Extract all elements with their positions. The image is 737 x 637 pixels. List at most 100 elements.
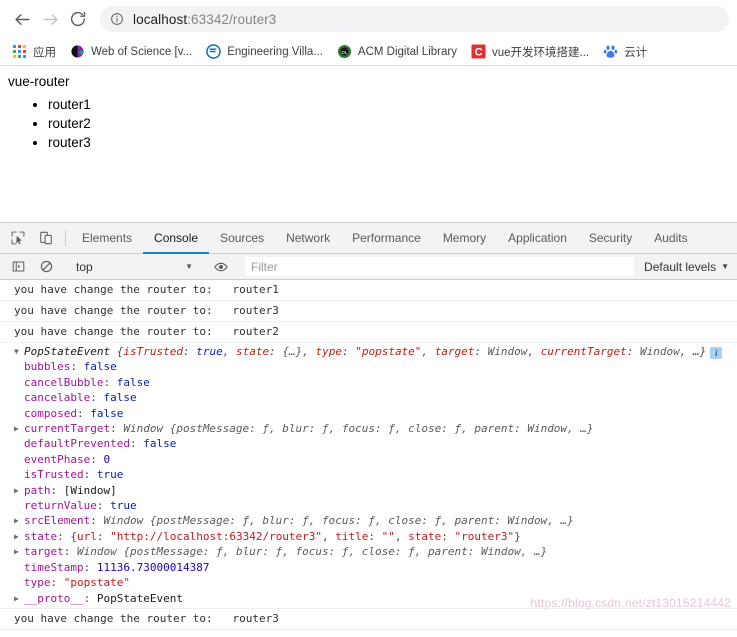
property-key: srcElement	[24, 514, 91, 528]
info-badge-icon[interactable]: i	[710, 347, 723, 359]
console-toolbar: top ▼ Default levels ▼	[0, 254, 737, 280]
object-property-row: type: "popstate"	[24, 576, 130, 590]
bookmark-item-vue-env[interactable]: C vue开发环境搭建...	[465, 41, 595, 63]
bookmark-item-cloud[interactable]: 云计	[597, 41, 653, 63]
console-output[interactable]: you have change the router to: router1 y…	[0, 280, 737, 632]
tab-application[interactable]: Application	[497, 223, 578, 254]
tab-elements[interactable]: Elements	[71, 223, 143, 254]
property-key: bubbles	[24, 360, 71, 374]
object-property-row[interactable]: ▶ path: [Window]	[0, 483, 737, 498]
chevron-down-icon: ▼	[185, 262, 193, 271]
object-property-row[interactable]: ▶ srcElement: Window {postMessage: ƒ, blu…	[0, 513, 737, 528]
list-item[interactable]: router3	[48, 133, 729, 152]
expand-arrow-icon[interactable]: ▶	[14, 544, 24, 559]
execution-context-select[interactable]: top ▼	[71, 257, 197, 276]
expand-arrow-icon[interactable]: ▶	[14, 529, 24, 544]
apps-grid-icon	[12, 44, 27, 59]
object-header-row[interactable]: ▼ PopStateEvent {isTrusted: true, state: …	[0, 344, 737, 359]
tab-label: Console	[154, 230, 199, 245]
expand-arrow-icon[interactable]: ▼	[14, 344, 24, 359]
tab-audits[interactable]: Audits	[643, 223, 698, 254]
state-url-key: url	[77, 529, 97, 543]
property-key: cancelBubble	[24, 375, 104, 389]
property-key: __proto__	[24, 591, 84, 605]
console-object-message[interactable]: ▼ PopStateEvent {isTrusted: true, state: …	[0, 343, 737, 609]
tab-label: Application	[508, 230, 567, 245]
console-message: you have change the router to: router3	[0, 609, 737, 630]
object-property-row: cancelBubble: false	[24, 375, 150, 389]
address-bar[interactable]: localhost:63342/router3	[100, 6, 729, 32]
tab-performance[interactable]: Performance	[341, 223, 432, 254]
router-link-label: router2	[48, 116, 91, 131]
svg-text:DL: DL	[341, 50, 347, 55]
expand-arrow-icon[interactable]: ▶	[14, 513, 24, 528]
bookmark-item-web-of-science[interactable]: Web of Science [v...	[64, 41, 198, 63]
property-key: cancelable	[24, 391, 91, 405]
property-value: Window {postMessage: ƒ, blur: ƒ, focus: …	[123, 422, 594, 436]
bookmark-apps[interactable]: 应用	[6, 41, 62, 63]
object-property-row[interactable]: ▶ target: Window {postMessage: ƒ, blur: ƒ…	[0, 544, 737, 559]
object-property-row[interactable]: ▶ currentTarget: Window {postMessage: ƒ, …	[0, 421, 737, 436]
property-key: eventPhase	[24, 452, 91, 466]
property-value: Window {postMessage: ƒ, blur: ƒ, focus: …	[77, 545, 548, 559]
site-info-icon[interactable]	[110, 12, 124, 26]
preview-value: true	[196, 345, 223, 358]
csdn-icon: C	[471, 44, 486, 59]
property-value: false	[143, 437, 177, 451]
expand-arrow-icon[interactable]: ▶	[14, 591, 24, 606]
device-toolbar-button[interactable]	[32, 223, 60, 253]
object-property-row: cancelable: false	[24, 391, 137, 405]
property-value: false	[103, 391, 137, 405]
url-text: localhost:63342/router3	[133, 12, 276, 27]
reload-button[interactable]	[64, 5, 92, 33]
inspect-element-button[interactable]	[4, 223, 32, 253]
preview-key: state	[235, 345, 270, 358]
clear-console-button[interactable]	[32, 260, 60, 273]
log-levels-select[interactable]: Default levels ▼	[634, 257, 737, 276]
console-sidebar-toggle[interactable]	[4, 260, 32, 273]
bookmarks-bar: 应用 Web of Science [v... Engineering Vill…	[0, 38, 737, 66]
tab-network[interactable]: Network	[275, 223, 341, 254]
toolbar-divider	[65, 230, 66, 246]
back-button[interactable]	[8, 5, 36, 33]
list-item[interactable]: router2	[48, 114, 729, 133]
preview-value: "popstate"	[355, 345, 422, 358]
list-item[interactable]: router1	[48, 95, 729, 114]
expand-arrow-icon[interactable]: ▶	[14, 483, 24, 498]
expand-arrow-icon[interactable]: ▶	[14, 421, 24, 436]
tab-security[interactable]: Security	[578, 223, 643, 254]
bookmark-label: 云计	[624, 46, 648, 59]
tab-console[interactable]: Console	[143, 223, 210, 254]
live-expression-button[interactable]	[208, 260, 234, 274]
property-value: [Window]	[63, 483, 117, 497]
preview-key: isTrusted	[123, 345, 183, 358]
sidebar-panel-icon	[12, 261, 24, 272]
console-message: you have change the router to: router1	[0, 280, 737, 301]
baidu-icon	[603, 44, 618, 59]
property-value: Window {postMessage: ƒ, blur: ƒ, focus: …	[103, 514, 574, 528]
device-toolbar-icon	[40, 231, 52, 245]
tab-label: Elements	[82, 230, 133, 245]
console-filter-input[interactable]	[245, 257, 635, 276]
property-value: true	[110, 499, 137, 513]
console-message: you have change the router to: router3	[0, 301, 737, 322]
property-value: "popstate"	[63, 576, 130, 590]
ev-icon	[206, 44, 222, 59]
preview-key: type	[315, 345, 342, 358]
tab-sources[interactable]: Sources	[209, 223, 275, 254]
property-value: 11136.73000014387	[96, 560, 210, 574]
bookmark-item-engineering-village[interactable]: Engineering Villa...	[200, 41, 329, 63]
bookmark-label: ACM Digital Library	[357, 45, 457, 58]
object-property-row[interactable]: ▶ state: {url: "http://localhost:63342/ro…	[0, 529, 737, 544]
tab-memory[interactable]: Memory	[432, 223, 497, 254]
bookmark-label: Web of Science [v...	[91, 45, 193, 58]
execution-context-value: top	[76, 259, 93, 274]
object-property-row[interactable]: ▶ __proto__: PopStateEvent	[0, 591, 737, 606]
preview-key: currentTarget	[540, 345, 627, 358]
preview-value: Window	[487, 345, 528, 358]
inspect-cursor-icon	[11, 231, 25, 245]
devtools-panel: Elements Console Sources Network Perform…	[0, 222, 737, 632]
preview-value: {…}	[282, 345, 303, 358]
bookmark-item-acm-digital-library[interactable]: DL ACM Digital Library	[331, 41, 463, 63]
forward-button[interactable]	[36, 5, 64, 33]
